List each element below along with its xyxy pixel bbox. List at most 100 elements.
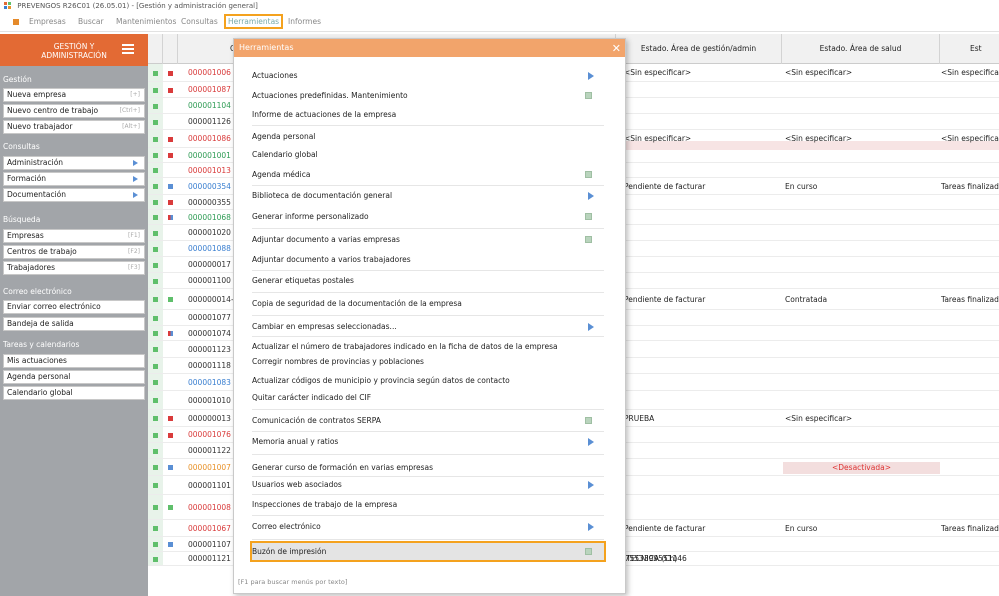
- sidebar-item-formacion[interactable]: Formación: [3, 172, 145, 186]
- menu-informes[interactable]: Informes: [288, 17, 321, 26]
- sidebar-item-label: Mis actuaciones: [7, 356, 67, 365]
- menu-item-memoria-anual-y-ratios[interactable]: Memoria anual y ratios: [252, 433, 604, 450]
- sidebar-item-nueva-empresa[interactable]: Nueva empresa [+]: [3, 88, 145, 102]
- menu-item-comunicación-de-contratos-serpa[interactable]: Comunicación de contratos SERPA: [252, 412, 604, 429]
- sidebar-item-bandeja-salida[interactable]: Bandeja de salida: [3, 317, 145, 331]
- row-flag-icon: [163, 326, 178, 340]
- row-code: 000000355: [188, 197, 231, 207]
- sidebar-item-empresas[interactable]: Empresas [F1]: [3, 229, 145, 243]
- menu-item-generar-curso-de-formación-en-varias-empresas[interactable]: Generar curso de formación en varias emp…: [252, 459, 604, 476]
- menu-item-label: Usuarios web asociados: [252, 480, 342, 489]
- row-status-icon: [148, 273, 163, 288]
- sidebar-section-gestion: Gestión: [3, 75, 32, 84]
- menu-herramientas[interactable]: Herramientas: [224, 14, 284, 29]
- header-cell: [163, 34, 178, 64]
- row-estado-salud: <Sin especificar>: [785, 413, 853, 423]
- menu-item-generar-etiquetas-postales[interactable]: Generar etiquetas postales: [252, 272, 604, 289]
- row-status-icon: [148, 459, 163, 475]
- shortcut-label: [+]: [130, 91, 140, 98]
- menu-item-label: Adjuntar documento a varios trabajadores: [252, 255, 411, 264]
- menu-item-corregir-nombres-de-provincias-y-poblaciones[interactable]: Corregir nombres de provincias y poblaci…: [252, 353, 604, 370]
- sidebar-item-label: Enviar correo electrónico: [7, 302, 101, 311]
- header-estado-salud[interactable]: Estado. Área de salud: [782, 34, 940, 64]
- sidebar-item-label: Calendario global: [7, 388, 73, 397]
- row-code: 000001076: [188, 430, 231, 439]
- row-flag-icon: [163, 520, 178, 536]
- sidebar-item-agenda-personal[interactable]: Agenda personal: [3, 370, 145, 384]
- menu-item-correo-electrónico[interactable]: Correo electrónico: [252, 518, 604, 535]
- hamburger-icon[interactable]: [122, 44, 134, 54]
- menu-logo-icon: [13, 19, 19, 25]
- menu-item-copia-de-seguridad-de-la-documentación-de-la-empresa[interactable]: Copia de seguridad de la documentación d…: [252, 295, 604, 312]
- row-code: 000000014-: [188, 294, 234, 304]
- row-status-icon: [148, 148, 163, 162]
- sidebar-item-administracion[interactable]: Administración: [3, 156, 145, 170]
- sidebar-item-documentacion[interactable]: Documentación: [3, 188, 145, 202]
- row-code: 000001121: [188, 554, 231, 563]
- row-flag-icon: [163, 210, 178, 224]
- menu-item-quitar-carácter-indicado-del-cif[interactable]: Quitar carácter indicado del CIF: [252, 389, 604, 406]
- menu-item-label: Informe de actuaciones de la empresa: [252, 110, 397, 119]
- row-code: 000001087: [188, 85, 231, 94]
- row-status-icon: [148, 427, 163, 442]
- row-status-icon: [148, 537, 163, 551]
- sidebar-item-trabajadores[interactable]: Trabajadores [F3]: [3, 261, 145, 275]
- menu-item-adjuntar-documento-a-varias-empresas[interactable]: Adjuntar documento a varias empresas: [252, 231, 604, 248]
- menu-item-actualizar-códigos-de-municipio-y-provincia-según-datos-de-contacto[interactable]: Actualizar códigos de municipio y provin…: [252, 372, 604, 389]
- row-status-icon: [148, 310, 163, 325]
- shortcut-label: [Ctrl+]: [119, 107, 140, 114]
- menu-item-informe-de-actuaciones-de-la-empresa[interactable]: Informe de actuaciones de la empresa: [252, 106, 604, 123]
- row-flag-icon: [163, 459, 178, 475]
- menu-separator: [252, 336, 604, 337]
- row-flag-icon: [163, 427, 178, 442]
- menu-empresas[interactable]: Empresas: [29, 17, 66, 26]
- row-estado-gestion: Pendiente de facturar: [624, 523, 706, 533]
- menu-item-calendario-global[interactable]: Calendario global: [252, 146, 604, 163]
- menu-mantenimientos[interactable]: Mantenimientos: [116, 17, 176, 26]
- sidebar-item-enviar-correo[interactable]: Enviar correo electrónico: [3, 300, 145, 314]
- close-icon[interactable]: ✕: [612, 40, 621, 58]
- menu-item-usuarios-web-asociados[interactable]: Usuarios web asociados: [252, 476, 604, 493]
- sidebar-item-nuevo-centro[interactable]: Nuevo centro de trabajo [Ctrl+]: [3, 104, 145, 118]
- menu-item-inspecciones-de-trabajo-de-la-empresa[interactable]: Inspecciones de trabajo de la empresa: [252, 496, 604, 513]
- menu-buscar[interactable]: Buscar: [78, 17, 104, 26]
- row-estado-salud: En curso: [785, 523, 818, 533]
- menu-item-actuaciones[interactable]: Actuaciones: [252, 67, 604, 84]
- row-code: 000000013: [188, 413, 231, 423]
- header-estado-gestion[interactable]: Estado. Área de gestión/admin: [616, 34, 782, 64]
- menu-item-actuaciones-predefinidas-mantenimiento[interactable]: Actuaciones predefinidas. Mantenimiento: [252, 87, 604, 104]
- menu-item-label: Adjuntar documento a varias empresas: [252, 235, 400, 244]
- menu-item-label: Actualizar el número de trabajadores ind…: [252, 342, 558, 351]
- row-status-icon: [148, 391, 163, 409]
- row-estado-extra: Tareas finalizada: [941, 181, 999, 191]
- sidebar-item-centros[interactable]: Centros de trabajo [F2]: [3, 245, 145, 259]
- menu-item-agenda-personal[interactable]: Agenda personal: [252, 128, 604, 145]
- row-status-icon: [148, 476, 163, 494]
- row-status-icon: [148, 410, 163, 426]
- sidebar-item-nuevo-trabajador[interactable]: Nuevo trabajador [Alt+]: [3, 120, 145, 134]
- row-flag-icon: [163, 273, 178, 288]
- sidebar-item-calendario-global[interactable]: Calendario global: [3, 386, 145, 400]
- menu-item-label: Quitar carácter indicado del CIF: [252, 393, 372, 402]
- header-estado-extra[interactable]: Est: [940, 34, 999, 64]
- row-flag-icon: [163, 163, 178, 177]
- shortcut-box-icon: [585, 548, 592, 555]
- menu-item-buzón-de-impresión[interactable]: Buzón de impresión: [250, 541, 606, 562]
- shortcut-box-icon: [585, 213, 592, 220]
- menu-item-cambiar-en-empresas-seleccionadas[interactable]: Cambiar en empresas seleccionadas...: [252, 318, 604, 335]
- menu-item-adjuntar-documento-a-varios-trabajadores[interactable]: Adjuntar documento a varios trabajadores: [252, 251, 604, 268]
- row-flag-icon: [163, 374, 178, 390]
- menu-item-label: Corregir nombres de provincias y poblaci…: [252, 357, 424, 366]
- menu-item-biblioteca-de-documentación-general[interactable]: Biblioteca de documentación general: [252, 187, 604, 204]
- sidebar-item-mis-actuaciones[interactable]: Mis actuaciones: [3, 354, 145, 368]
- shortcut-box-icon: [585, 236, 592, 243]
- menu-consultas[interactable]: Consultas: [181, 17, 218, 26]
- menu-item-agenda-médica[interactable]: Agenda médica: [252, 166, 604, 183]
- menu-item-label: Cambiar en empresas seleccionadas...: [252, 322, 397, 331]
- chevron-right-icon: [588, 481, 594, 489]
- menu-item-label: Inspecciones de trabajo de la empresa: [252, 500, 398, 509]
- row-status-icon: [148, 241, 163, 256]
- sidebar-item-label: Empresas: [7, 231, 44, 240]
- menu-item-generar-informe-personalizado[interactable]: Generar informe personalizado: [252, 208, 604, 225]
- chevron-right-icon: [588, 323, 594, 331]
